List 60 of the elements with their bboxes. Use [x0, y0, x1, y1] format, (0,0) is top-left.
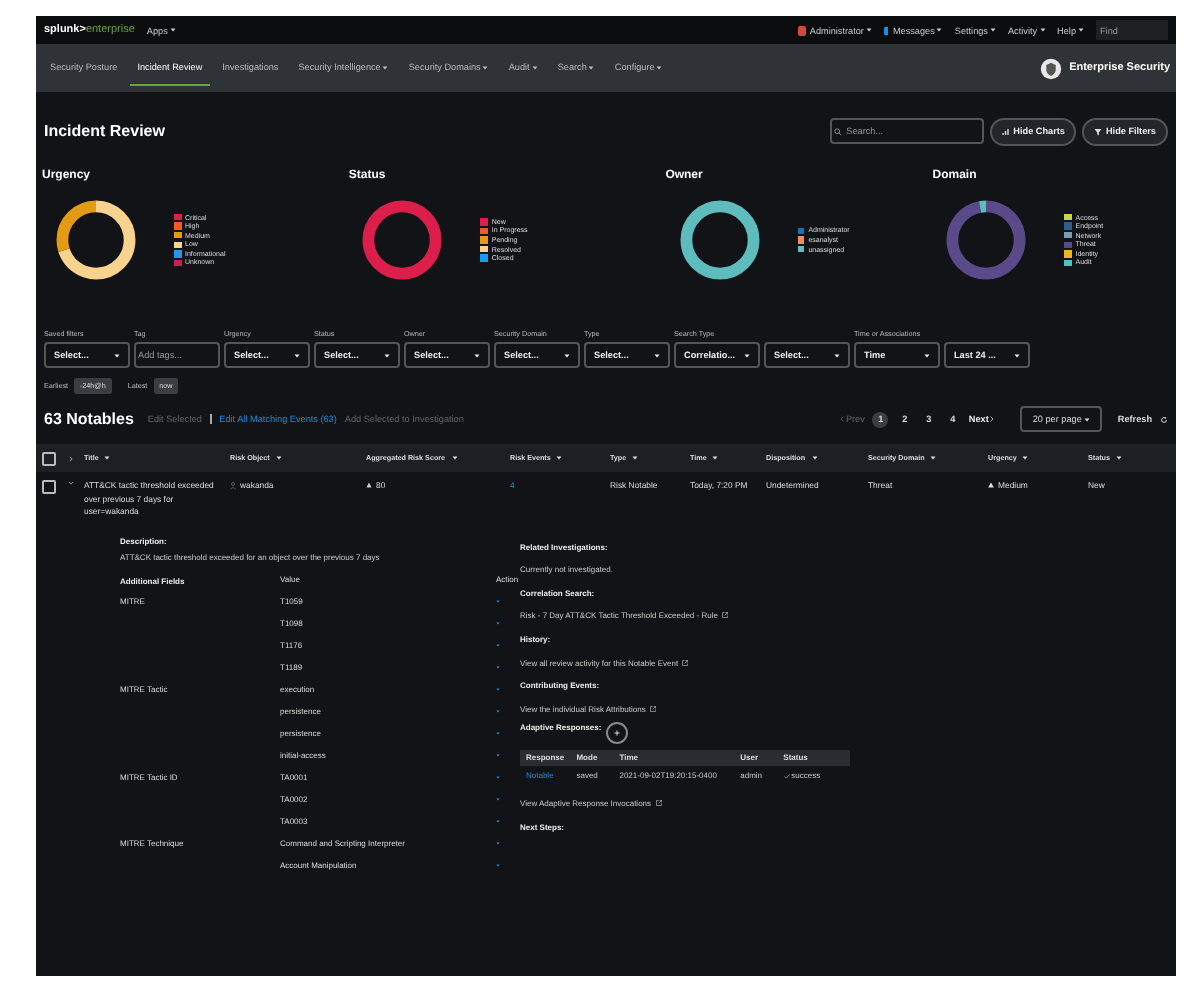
shield-logo-icon — [1039, 57, 1062, 79]
refresh-icon[interactable] — [1160, 415, 1168, 423]
row-checkbox[interactable] — [41, 480, 55, 494]
caret-down-icon[interactable] — [496, 600, 500, 604]
add-response-button[interactable] — [605, 721, 628, 744]
caret-down-icon[interactable] — [496, 688, 500, 692]
checkmark-icon — [783, 773, 790, 778]
caret-down-icon — [556, 456, 563, 460]
bar-chart-icon — [1002, 127, 1011, 135]
caret-down-icon — [811, 456, 818, 460]
caret-down-icon[interactable] — [496, 820, 500, 824]
caret-down-icon[interactable] — [496, 732, 500, 736]
caret-down-icon — [834, 353, 840, 357]
caret-down-icon — [936, 28, 943, 32]
caret-down-icon — [1014, 353, 1020, 357]
caret-down-icon — [1078, 28, 1084, 32]
caret-down-icon[interactable] — [496, 864, 500, 868]
warning-icon — [988, 482, 994, 488]
caret-down-icon — [1083, 417, 1090, 421]
caret-down-icon — [989, 28, 996, 32]
caret-down-icon — [169, 28, 176, 32]
caret-down-icon — [384, 353, 390, 357]
caret-down-icon[interactable] — [496, 776, 500, 780]
caret-down-icon[interactable] — [496, 644, 500, 648]
caret-down-icon — [1115, 456, 1122, 460]
page-title: Incident Review — [44, 122, 165, 140]
caret-down-icon — [632, 456, 639, 460]
triangle-up-icon — [366, 482, 372, 488]
select-all-checkbox[interactable] — [41, 451, 55, 465]
user-icon — [230, 481, 236, 489]
caret-down-icon — [451, 456, 458, 460]
caret-down-icon — [924, 353, 930, 357]
external-link-icon — [682, 659, 689, 666]
funnel-icon — [1094, 127, 1103, 135]
caret-down-icon — [474, 353, 480, 357]
caret-down-icon — [564, 353, 570, 357]
chevron-down-icon[interactable] — [67, 480, 73, 486]
notables-count: 63 Notables — [44, 410, 134, 428]
caret-down-icon — [654, 353, 660, 357]
caret-down-icon[interactable] — [496, 622, 500, 626]
caret-down-icon — [294, 353, 300, 357]
caret-down-icon — [275, 456, 282, 460]
caret-down-icon[interactable] — [496, 754, 500, 758]
external-link-icon — [721, 612, 728, 619]
caret-down-icon — [865, 28, 872, 32]
caret-down-icon — [930, 456, 937, 460]
caret-down-icon — [114, 353, 120, 357]
caret-down-icon[interactable] — [496, 666, 500, 670]
caret-down-icon[interactable] — [496, 798, 500, 802]
caret-down-icon[interactable] — [496, 842, 500, 846]
external-link-icon — [655, 800, 662, 807]
caret-down-icon — [104, 456, 111, 460]
caret-down-icon — [712, 456, 719, 460]
caret-down-icon[interactable] — [496, 710, 500, 714]
search-icon — [834, 127, 843, 135]
external-link-icon — [649, 705, 656, 712]
plus-icon — [613, 729, 620, 736]
caret-down-icon — [1022, 456, 1029, 460]
caret-down-icon — [744, 353, 750, 357]
caret-down-icon — [1039, 28, 1046, 32]
